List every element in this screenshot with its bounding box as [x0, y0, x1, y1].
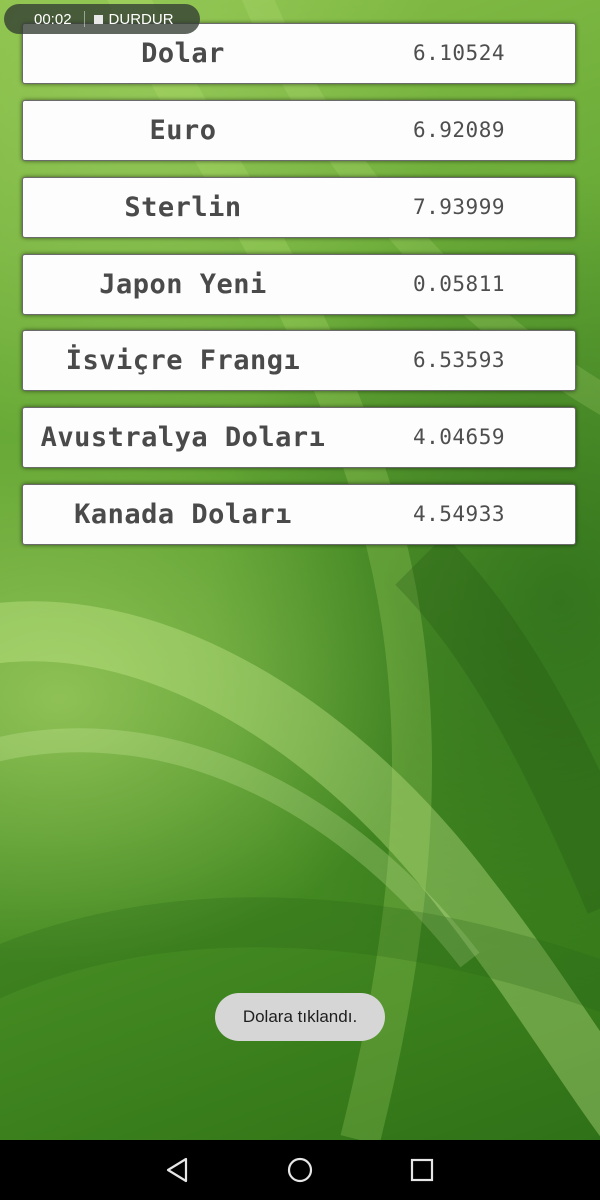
recents-square-icon [410, 1158, 434, 1182]
system-navigation-bar [0, 1140, 600, 1200]
stop-icon[interactable] [93, 14, 103, 24]
back-button[interactable] [162, 1154, 194, 1186]
home-circle-icon [287, 1157, 313, 1183]
currency-value: 0.05811 [412, 272, 505, 296]
recents-button[interactable] [406, 1154, 438, 1186]
screen-recording-indicator[interactable]: 00:02 DURDUR [4, 4, 200, 34]
currency-row-sterlin[interactable]: Sterlin 7.93999 [22, 177, 576, 238]
currency-name: Sterlin [124, 192, 242, 223]
currency-value: 6.10524 [412, 41, 505, 65]
currency-row-isvicre-frangi[interactable]: İsviçre Frangı 6.53593 [22, 330, 576, 391]
wallpaper-background [0, 0, 600, 1140]
currency-row-kanada-dolari[interactable]: Kanada Doları 4.54933 [22, 484, 576, 545]
currency-row-euro[interactable]: Euro 6.92089 [22, 100, 576, 161]
currency-row-avustralya-dolari[interactable]: Avustralya Doları 4.04659 [22, 407, 576, 468]
currency-value: 6.92089 [412, 118, 505, 142]
currency-value: 6.53593 [412, 348, 505, 372]
currency-name: Avustralya Doları [40, 422, 326, 453]
recording-stop-button[interactable]: DURDUR [109, 11, 174, 28]
currency-row-japon-yeni[interactable]: Japon Yeni 0.05811 [22, 254, 576, 315]
back-triangle-icon [166, 1157, 188, 1183]
toast-message: Dolara tıklandı. [215, 993, 385, 1041]
currency-value: 7.93999 [412, 195, 505, 219]
currency-name: Euro [149, 115, 217, 146]
recording-timer: 00:02 [34, 10, 72, 28]
currency-name: Japon Yeni [99, 269, 267, 300]
recording-divider [83, 11, 85, 27]
home-button[interactable] [284, 1154, 316, 1186]
currency-value: 4.04659 [412, 425, 505, 449]
currency-name: Kanada Doları [74, 499, 292, 530]
currency-value: 4.54933 [412, 502, 505, 526]
currency-name: İsviçre Frangı [65, 345, 301, 376]
wallpaper-swirls [0, 0, 600, 1140]
